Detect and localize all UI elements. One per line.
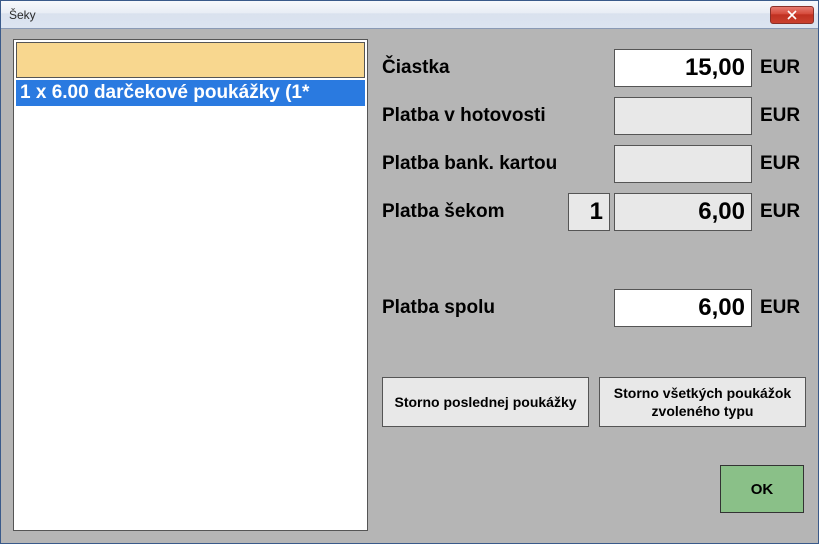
cash-value [614, 97, 752, 135]
row-cash: Platba v hotovosti EUR [382, 95, 806, 137]
right-panel: Čiastka 15,00 EUR Platba v hotovosti EUR… [382, 39, 806, 531]
cheque-value: 6,00 [614, 193, 752, 231]
voucher-input[interactable] [16, 42, 365, 78]
card-label: Platba bank. kartou [382, 153, 614, 175]
storno-all-button[interactable]: Storno všetkých poukážok zvoleného typu [599, 377, 806, 427]
cheque-currency: EUR [760, 201, 806, 223]
spacer [382, 239, 806, 287]
amount-label: Čiastka [382, 57, 614, 79]
dialog-window: Šeky 1 x 6.00 darčekové poukážky (1* Čia… [0, 0, 819, 544]
card-currency: EUR [760, 153, 806, 175]
cheque-label: Platba šekom [382, 201, 568, 223]
storno-buttons: Storno poslednej poukážky Storno všetkýc… [382, 377, 806, 427]
titlebar: Šeky [1, 1, 818, 29]
cheque-count: 1 [568, 193, 610, 231]
window-title: Šeky [9, 8, 36, 22]
content-area: 1 x 6.00 darčekové poukážky (1* Čiastka … [1, 29, 818, 543]
total-value: 6,00 [614, 289, 752, 327]
close-button[interactable] [770, 6, 814, 24]
card-value [614, 145, 752, 183]
row-card: Platba bank. kartou EUR [382, 143, 806, 185]
row-total: Platba spolu 6,00 EUR [382, 287, 806, 329]
row-cheque: Platba šekom 1 6,00 EUR [382, 191, 806, 233]
close-icon [787, 10, 797, 20]
cash-currency: EUR [760, 105, 806, 127]
amount-value: 15,00 [614, 49, 752, 87]
storno-last-button[interactable]: Storno poslednej poukážky [382, 377, 589, 427]
list-item[interactable]: 1 x 6.00 darčekové poukážky (1* [16, 80, 365, 106]
total-currency: EUR [760, 297, 806, 319]
total-label: Platba spolu [382, 297, 614, 319]
voucher-list[interactable]: 1 x 6.00 darčekové poukážky (1* [16, 80, 365, 528]
amount-currency: EUR [760, 57, 806, 79]
left-panel: 1 x 6.00 darčekové poukážky (1* [13, 39, 368, 531]
cash-label: Platba v hotovosti [382, 105, 614, 127]
ok-button[interactable]: OK [720, 465, 804, 513]
ok-row: OK [382, 465, 806, 513]
row-amount: Čiastka 15,00 EUR [382, 47, 806, 89]
